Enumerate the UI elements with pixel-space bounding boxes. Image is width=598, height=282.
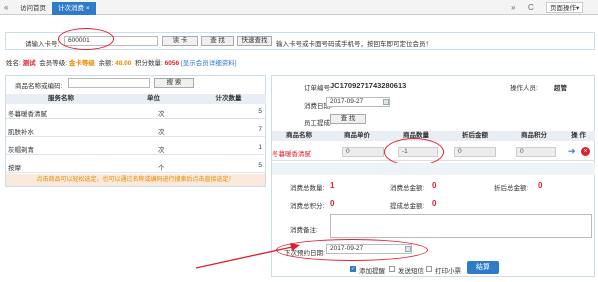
goods-filter-input[interactable] bbox=[68, 78, 150, 88]
calendar-icon[interactable] bbox=[383, 99, 389, 105]
points-label: 积分数量: bbox=[135, 60, 163, 67]
tab-home[interactable]: 访问首页 bbox=[14, 2, 52, 15]
note-label: 消费备注: bbox=[290, 227, 318, 234]
item-amount-input[interactable]: 0 bbox=[454, 147, 496, 157]
read-card-button[interactable]: 读 卡 bbox=[162, 36, 198, 46]
total-points-label: 消费总积分: bbox=[290, 203, 325, 210]
list-item[interactable]: 肌肤补水 次 7 bbox=[6, 122, 266, 137]
find-button[interactable]: 查 找 bbox=[201, 36, 234, 46]
col-count: 计次数量 bbox=[191, 94, 266, 104]
item-price-input[interactable]: 0 bbox=[342, 147, 384, 157]
page-ops-dropdown[interactable]: 页面操作▾ bbox=[546, 2, 584, 13]
col-item-amount: 折后金额 bbox=[444, 131, 506, 141]
col-service-name: 服务名称 bbox=[6, 94, 116, 104]
goods-unit: 个 bbox=[158, 165, 165, 172]
member-points: 6056 bbox=[164, 60, 180, 67]
staff-label: 员工提成: bbox=[304, 120, 332, 127]
refresh-icon[interactable]: C bbox=[528, 2, 534, 13]
goods-qty: 7 bbox=[258, 126, 262, 133]
goods-search-button[interactable]: 搜 索 bbox=[154, 78, 194, 88]
col-item-price: 商品单价 bbox=[326, 131, 388, 141]
commission-label: 提成总金额: bbox=[390, 203, 425, 210]
goods-qty: 1 bbox=[258, 144, 262, 151]
delete-icon[interactable]: × bbox=[581, 147, 590, 156]
level-label: 会员等级: bbox=[39, 60, 68, 67]
reminder-label: 添加提醒 bbox=[359, 268, 385, 275]
goods-name: 灰帽剃青 bbox=[8, 147, 34, 154]
chevron-down-icon: ▾ bbox=[576, 5, 580, 12]
total-qty-label: 消费总数量: bbox=[290, 185, 325, 192]
goods-name: 肌肤补水 bbox=[8, 129, 34, 136]
member-balance: 48.00 bbox=[115, 60, 132, 67]
member-name: 测试 bbox=[22, 60, 36, 67]
col-item-points: 商品积分 bbox=[506, 131, 562, 141]
order-panel: 订单编号: JC1709271743280613 操作人员: 超管 消费日期: … bbox=[271, 75, 595, 277]
col-unit: 单位 bbox=[116, 94, 191, 104]
total-amount-label: 消费总金额: bbox=[390, 185, 425, 192]
member-detail-link[interactable]: [显示会员详细资料] bbox=[181, 60, 237, 67]
operator-name: 超管 bbox=[554, 85, 567, 92]
balance-label: 余额: bbox=[98, 60, 114, 67]
goods-qty: 5 bbox=[258, 108, 262, 115]
close-icon[interactable]: × bbox=[86, 5, 90, 12]
annotation-circle bbox=[384, 138, 444, 166]
tab-home-label: 访问首页 bbox=[20, 5, 46, 12]
col-item-ops: 操 作 bbox=[562, 131, 595, 141]
goods-filter-label: 商品名称或编码: bbox=[15, 83, 63, 90]
tab-bar: « 访问首页 计次消费 × » C 页面操作▾ bbox=[0, 0, 598, 15]
list-item[interactable]: 灰帽剃青 次 1 bbox=[6, 140, 266, 155]
search-hint: 输入卡号或卡面号码或手机号，按回车即可定位会员！ bbox=[276, 41, 432, 48]
spacer-band bbox=[272, 163, 595, 175]
commission-amount: 0 bbox=[432, 199, 437, 208]
goods-unit: 次 bbox=[158, 129, 165, 136]
annotation-circle bbox=[276, 239, 428, 261]
tab-active-label: 计次消费 bbox=[58, 5, 84, 12]
goods-footer-hint: 点击商品可以轻松选定，也可以通过名称或编码进行搜索后点击直接选定！ bbox=[6, 174, 265, 186]
note-textarea[interactable] bbox=[330, 214, 592, 238]
member-info: 姓名: 测试 会员等级: 金卡等级 余额: 48.00 积分数量: 6056 [… bbox=[6, 57, 406, 67]
chevron-right-icon[interactable]: » bbox=[511, 2, 515, 13]
order-no: JC1709271743280613 bbox=[330, 81, 407, 90]
submit-button[interactable]: 结算 bbox=[467, 261, 499, 274]
sms-checkbox[interactable] bbox=[389, 266, 395, 272]
quick-find-button[interactable]: 快速查找 bbox=[237, 36, 272, 46]
col-item-name: 商品名称 bbox=[272, 131, 326, 141]
sms-label: 发送短信 bbox=[398, 268, 424, 275]
goods-panel: 商品名称或编码: 搜 索 服务名称 单位 计次数量 冬暮暖香清腻次 5 肌肤补水次… bbox=[5, 75, 266, 187]
name-label: 姓名: bbox=[6, 60, 21, 67]
total-amount: 0 bbox=[432, 181, 437, 190]
total-points: 0 bbox=[330, 199, 335, 208]
goods-name: 冬暮暖香清腻 bbox=[8, 111, 47, 118]
list-item[interactable]: 按摩 个 5 bbox=[6, 158, 266, 173]
card-label: 请输入卡号: bbox=[25, 41, 60, 48]
annotation-circle bbox=[58, 28, 114, 50]
goods-name: 按摩 bbox=[8, 165, 21, 172]
item-points-input[interactable]: 0 bbox=[516, 147, 556, 157]
print-checkbox[interactable] bbox=[426, 266, 432, 272]
goods-unit: 次 bbox=[158, 147, 165, 154]
reminder-checkbox[interactable]: ✓ bbox=[350, 266, 356, 272]
discount-label: 折后总金额: bbox=[494, 185, 529, 192]
chevron-left-icon[interactable]: « bbox=[4, 2, 8, 13]
order-no-label: 订单编号: bbox=[304, 85, 332, 92]
tab-count-consume[interactable]: 计次消费 × bbox=[52, 2, 96, 15]
member-level: 金卡等级 bbox=[68, 60, 95, 67]
operator-label: 操作人员: bbox=[510, 85, 538, 92]
staff-find-button[interactable]: 查 找 bbox=[330, 114, 366, 124]
discount-amount: 0 bbox=[538, 181, 543, 190]
item-name: 冬暮暖香清腻 bbox=[272, 151, 311, 158]
goods-qty: 5 bbox=[258, 162, 262, 169]
list-item[interactable]: 冬暮暖香清腻 次 5 bbox=[6, 104, 266, 119]
total-qty: 1 bbox=[330, 181, 335, 190]
goods-unit: 次 bbox=[158, 111, 165, 118]
page-ops-label: 页面操作 bbox=[550, 5, 576, 12]
consume-date-input[interactable]: 2017-09-27 bbox=[326, 97, 390, 107]
print-label: 打印小票 bbox=[435, 268, 461, 275]
arrow-right-icon[interactable]: ➔ bbox=[568, 146, 576, 157]
